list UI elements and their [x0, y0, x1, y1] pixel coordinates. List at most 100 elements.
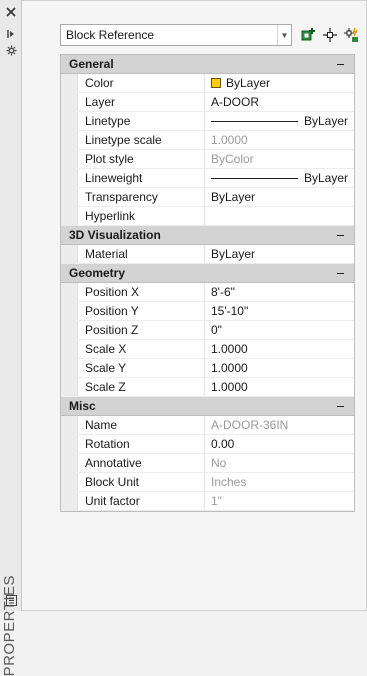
- property-value[interactable]: 8'-6": [205, 283, 354, 301]
- property-value[interactable]: [205, 207, 354, 225]
- object-type-value: Block Reference: [66, 28, 155, 42]
- auto-hide-icon[interactable]: [3, 26, 19, 42]
- category-name: Geometry: [69, 266, 126, 280]
- property-value[interactable]: ByLayer: [205, 245, 354, 263]
- row-gutter: [61, 492, 78, 510]
- property-row[interactable]: Lineweight ByLayer: [61, 169, 354, 188]
- property-row[interactable]: Unit factor 1": [61, 492, 354, 511]
- property-row[interactable]: Layer A-DOOR: [61, 93, 354, 112]
- property-label: Transparency: [78, 188, 205, 206]
- row-gutter: [61, 112, 78, 130]
- row-gutter: [61, 340, 78, 358]
- row-gutter: [61, 321, 78, 339]
- property-row[interactable]: Hyperlink: [61, 207, 354, 226]
- property-label: Linetype: [78, 112, 205, 130]
- property-label: Linetype scale: [78, 131, 205, 149]
- property-label: Block Unit: [78, 473, 205, 491]
- row-gutter: [61, 131, 78, 149]
- property-row[interactable]: Position Z 0": [61, 321, 354, 340]
- quick-select-icon[interactable]: [341, 25, 361, 45]
- property-value-text: ByLayer: [303, 114, 348, 128]
- property-label: Layer: [78, 93, 205, 111]
- property-value[interactable]: 1.0000: [205, 340, 354, 358]
- category-header[interactable]: Misc: [61, 397, 354, 416]
- property-grid: General Color ByLayer Layer A-DOOR Linetype By…: [60, 54, 355, 512]
- property-value[interactable]: 0": [205, 321, 354, 339]
- close-icon[interactable]: [3, 4, 19, 20]
- object-type-dropdown[interactable]: Block Reference ▼: [60, 24, 292, 46]
- property-row[interactable]: Position X 8'-6": [61, 283, 354, 302]
- property-value[interactable]: ByLayer: [205, 112, 354, 130]
- property-row[interactable]: Material ByLayer: [61, 245, 354, 264]
- property-row[interactable]: Plot style ByColor: [61, 150, 354, 169]
- line-preview: [211, 177, 298, 179]
- property-label: Annotative: [78, 454, 205, 472]
- row-gutter: [61, 188, 78, 206]
- line-preview: [211, 120, 298, 122]
- property-label: Position Z: [78, 321, 205, 339]
- property-value[interactable]: No: [205, 454, 354, 472]
- property-row[interactable]: Annotative No: [61, 454, 354, 473]
- property-value[interactable]: ByLayer: [205, 74, 354, 92]
- row-gutter: [61, 169, 78, 187]
- property-row[interactable]: Color ByLayer: [61, 74, 354, 93]
- property-value[interactable]: 1": [205, 492, 354, 510]
- row-gutter: [61, 359, 78, 377]
- row-gutter: [61, 93, 78, 111]
- chevron-down-icon[interactable]: ▼: [277, 25, 291, 45]
- property-row[interactable]: Scale Z 1.0000: [61, 378, 354, 397]
- property-value[interactable]: ByLayer: [205, 169, 354, 187]
- property-value[interactable]: 1.0000: [205, 131, 354, 149]
- category-header[interactable]: Geometry: [61, 264, 354, 283]
- row-gutter: [61, 150, 78, 168]
- properties-panel: Block Reference ▼ General Color ByLayer …: [22, 0, 367, 611]
- row-gutter: [61, 473, 78, 491]
- row-gutter: [61, 74, 78, 92]
- property-row[interactable]: Rotation 0.00: [61, 435, 354, 454]
- property-value[interactable]: A-DOOR-36IN: [205, 416, 354, 434]
- collapse-icon[interactable]: [334, 55, 346, 74]
- property-value[interactable]: ByLayer: [205, 188, 354, 206]
- collapse-icon[interactable]: [334, 397, 346, 416]
- select-objects-icon[interactable]: [320, 25, 340, 45]
- palette-settings-icon[interactable]: [3, 42, 19, 58]
- property-value[interactable]: 1.0000: [205, 378, 354, 396]
- row-gutter: [61, 378, 78, 396]
- collapse-icon[interactable]: [334, 226, 346, 245]
- property-label: Scale Z: [78, 378, 205, 396]
- category-name: Misc: [69, 399, 96, 413]
- row-gutter: [61, 245, 78, 263]
- property-label: Unit factor: [78, 492, 205, 510]
- palette-title-strip: PROPERTIES: [0, 0, 22, 676]
- property-label: Material: [78, 245, 205, 263]
- property-row[interactable]: Scale X 1.0000: [61, 340, 354, 359]
- property-row[interactable]: Position Y 15'-10": [61, 302, 354, 321]
- category-header[interactable]: General: [61, 55, 354, 74]
- property-row[interactable]: Linetype ByLayer: [61, 112, 354, 131]
- property-value[interactable]: 1.0000: [205, 359, 354, 377]
- property-value-text: ByLayer: [303, 171, 348, 185]
- palette-title: PROPERTIES: [1, 575, 18, 676]
- property-value[interactable]: 15'-10": [205, 302, 354, 320]
- property-value[interactable]: A-DOOR: [205, 93, 354, 111]
- toggle-pickadd-icon[interactable]: [299, 25, 319, 45]
- property-value[interactable]: ByColor: [205, 150, 354, 168]
- property-value[interactable]: 0.00: [205, 435, 354, 453]
- property-row[interactable]: Block Unit Inches: [61, 473, 354, 492]
- category-name: 3D Visualization: [69, 228, 161, 242]
- property-label: Rotation: [78, 435, 205, 453]
- property-row[interactable]: Linetype scale 1.0000: [61, 131, 354, 150]
- property-value[interactable]: Inches: [205, 473, 354, 491]
- palette-menu-icon[interactable]: [3, 592, 19, 608]
- category-header[interactable]: 3D Visualization: [61, 226, 354, 245]
- category-name: General: [69, 57, 114, 71]
- property-label: Position Y: [78, 302, 205, 320]
- property-value-text: ByLayer: [226, 76, 271, 90]
- row-gutter: [61, 302, 78, 320]
- property-label: Plot style: [78, 150, 205, 168]
- collapse-icon[interactable]: [334, 264, 346, 283]
- property-row[interactable]: Name A-DOOR-36IN: [61, 416, 354, 435]
- color-swatch-icon: [211, 78, 221, 88]
- property-row[interactable]: Scale Y 1.0000: [61, 359, 354, 378]
- property-row[interactable]: Transparency ByLayer: [61, 188, 354, 207]
